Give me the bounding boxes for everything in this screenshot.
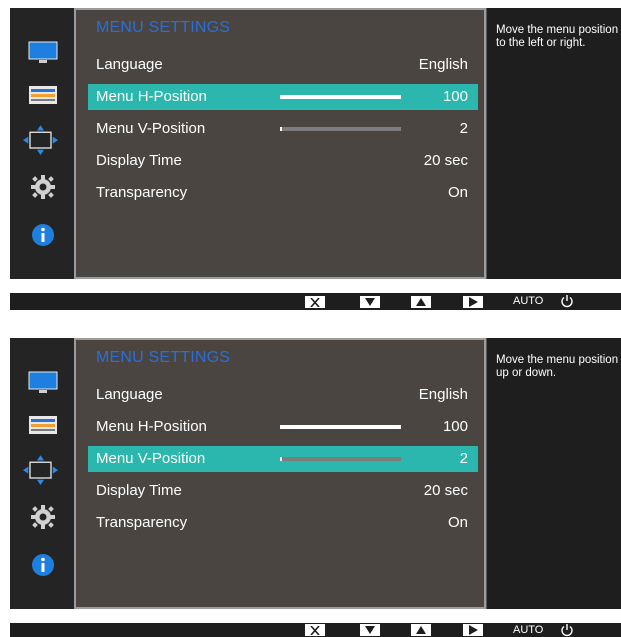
- power-icon[interactable]: [560, 623, 574, 637]
- close-icon: [310, 297, 320, 307]
- menu-item-menu-h-position[interactable]: Menu H-Position 100: [88, 84, 478, 110]
- information-icon[interactable]: [28, 550, 58, 580]
- menu-item-menu-v-position[interactable]: Menu V-Position 2: [88, 446, 478, 472]
- button-guide-bar: AUTO: [10, 623, 621, 637]
- onscreen-display-icon[interactable]: [23, 125, 58, 156]
- menu-item-value: English: [418, 386, 468, 403]
- close-icon: [310, 625, 320, 635]
- menu-settings-list: MENU SETTINGS Language English Menu H-Po…: [74, 8, 486, 279]
- help-text: Move the menu position to the left or ri…: [496, 24, 619, 49]
- power-icon[interactable]: [560, 294, 574, 308]
- enter-button[interactable]: [463, 624, 483, 636]
- close-button[interactable]: [305, 624, 325, 636]
- osd-sidebar: [10, 8, 74, 279]
- system-gear-icon[interactable]: [28, 502, 58, 532]
- menu-item-label: Language: [96, 386, 163, 403]
- menu-item-menu-v-position[interactable]: Menu V-Position 2: [88, 116, 478, 142]
- menu-item-label: Transparency: [96, 184, 188, 201]
- osd-sidebar: [10, 338, 74, 609]
- system-gear-icon[interactable]: [28, 172, 58, 202]
- v-position-slider[interactable]: [280, 457, 401, 461]
- menu-item-label: Transparency: [96, 514, 188, 531]
- up-button[interactable]: [411, 296, 431, 308]
- menu-item-value: 100: [442, 88, 468, 105]
- osd-menu-panel-top: MENU SETTINGS Language English Menu H-Po…: [10, 8, 621, 279]
- down-button[interactable]: [360, 296, 380, 308]
- menu-item-label: Menu H-Position: [96, 88, 207, 105]
- menu-title: MENU SETTINGS: [96, 349, 231, 366]
- menu-item-language[interactable]: Language English: [88, 52, 478, 78]
- color-icon[interactable]: [28, 410, 58, 440]
- menu-item-display-time[interactable]: Display Time 20 sec: [88, 148, 478, 174]
- h-position-slider[interactable]: [280, 425, 401, 429]
- down-button[interactable]: [360, 624, 380, 636]
- help-panel: Move the menu position to the left or ri…: [486, 8, 621, 279]
- menu-item-menu-h-position[interactable]: Menu H-Position 100: [88, 414, 478, 440]
- auto-button[interactable]: AUTO: [513, 295, 543, 307]
- picture-icon[interactable]: [28, 368, 58, 398]
- button-guide-bar: AUTO: [10, 293, 621, 310]
- menu-item-label: Menu V-Position: [96, 450, 206, 467]
- menu-item-value: On: [447, 184, 468, 201]
- right-arrow-icon: [468, 625, 478, 635]
- menu-item-label: Display Time: [96, 152, 182, 169]
- down-arrow-icon: [365, 626, 375, 634]
- color-icon[interactable]: [28, 80, 58, 110]
- help-text: Move the menu position up or down.: [496, 354, 619, 379]
- enter-button[interactable]: [463, 296, 483, 308]
- menu-item-label: Menu H-Position: [96, 418, 207, 435]
- menu-item-value: 2: [459, 450, 468, 467]
- menu-item-value: 2: [459, 120, 468, 137]
- help-panel: Move the menu position up or down.: [486, 338, 621, 609]
- menu-item-value: 100: [442, 418, 468, 435]
- auto-button[interactable]: AUTO: [513, 624, 543, 636]
- up-arrow-icon: [416, 298, 426, 306]
- h-position-slider[interactable]: [280, 95, 401, 99]
- v-position-slider[interactable]: [280, 127, 401, 131]
- menu-item-label: Language: [96, 56, 163, 73]
- menu-item-transparency[interactable]: Transparency On: [88, 180, 478, 206]
- menu-item-label: Menu V-Position: [96, 120, 206, 137]
- onscreen-display-icon[interactable]: [23, 455, 58, 486]
- menu-item-language[interactable]: Language English: [88, 382, 478, 408]
- up-button[interactable]: [411, 624, 431, 636]
- menu-title: MENU SETTINGS: [96, 19, 231, 36]
- up-arrow-icon: [416, 626, 426, 634]
- information-icon[interactable]: [28, 220, 58, 250]
- menu-settings-list: MENU SETTINGS Language English Menu H-Po…: [74, 338, 486, 609]
- menu-item-value: 20 sec: [423, 152, 468, 169]
- menu-item-value: 20 sec: [423, 482, 468, 499]
- down-arrow-icon: [365, 298, 375, 306]
- menu-item-transparency[interactable]: Transparency On: [88, 510, 478, 536]
- close-button[interactable]: [305, 296, 325, 308]
- right-arrow-icon: [468, 297, 478, 307]
- menu-item-value: English: [418, 56, 468, 73]
- osd-menu-panel-bottom: MENU SETTINGS Language English Menu H-Po…: [10, 338, 621, 609]
- menu-item-label: Display Time: [96, 482, 182, 499]
- picture-icon[interactable]: [28, 38, 58, 68]
- menu-item-display-time[interactable]: Display Time 20 sec: [88, 478, 478, 504]
- menu-item-value: On: [447, 514, 468, 531]
